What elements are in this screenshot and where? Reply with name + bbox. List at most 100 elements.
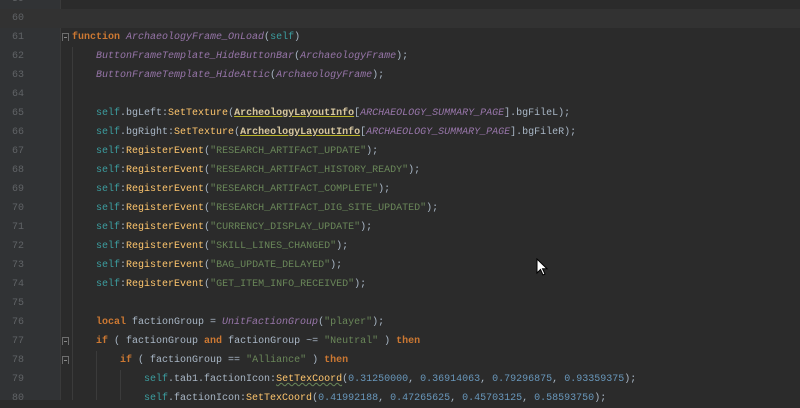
code-token: self [144, 393, 169, 404]
code-line[interactable]: 61 function ArchaeologyFrame_OnLoad(self) [0, 28, 800, 47]
code-line[interactable]: 79 self.tab1.factionIcon:SetTexCoord(0.3… [0, 370, 800, 389]
code-token: ); [336, 241, 349, 252]
code-token: self [96, 146, 121, 157]
code-text: self:RegisterEvent("BAG_UPDATE_DELAYED")… [72, 256, 342, 275]
code-text: if ( factionGroup == "Alliance" ) then [72, 351, 348, 370]
fold-toggle-icon[interactable] [62, 356, 69, 364]
code-token: ArcheologyLayoutInfo [240, 127, 361, 138]
code-token: , [522, 393, 535, 404]
code-token: .tab1.factionIcon: [168, 374, 277, 385]
code-token: 0.41992188 [318, 393, 379, 404]
code-token: function [72, 32, 127, 43]
line-number: 65 [11, 108, 24, 119]
code-line[interactable]: 62 ButtonFrameTemplate_HideButtonBar(Arc… [0, 47, 800, 66]
code-token: .factionIcon: [168, 393, 247, 404]
fold-toggle-icon[interactable] [62, 33, 69, 41]
code-token: RegisterEvent [126, 184, 205, 195]
code-text: self:RegisterEvent("RESEARCH_ARTIFACT_HI… [72, 161, 420, 180]
code-line[interactable]: 71 self:RegisterEvent("CURRENCY_DISPLAY_… [0, 218, 800, 237]
line-number: 74 [11, 279, 24, 290]
code-token: "RESEARCH_ARTIFACT_UPDATE" [210, 146, 367, 157]
code-text: self.bgRight:SetTexture(ArcheologyLayout… [72, 123, 576, 142]
code-token: factionGroup = [132, 317, 223, 328]
code-line[interactable]: 74 self:RegisterEvent("GET_ITEM_INFO_REC… [0, 275, 800, 294]
line-number: 62 [11, 51, 24, 62]
code-text: self.factionIcon:SetTexCoord(0.41992188,… [72, 389, 606, 408]
code-token: and [204, 336, 229, 347]
code-token: , [552, 374, 565, 385]
line-number: 64 [11, 89, 24, 100]
code-text: self.tab1.factionIcon:SetTexCoord(0.3125… [72, 370, 636, 389]
code-line[interactable]: 60 [0, 9, 800, 28]
code-line[interactable]: 63 ButtonFrameTemplate_HideAttic(Archaeo… [0, 66, 800, 85]
code-token: self [96, 127, 121, 138]
code-token: UnitFactionGroup [222, 317, 319, 328]
code-text: self.bgLeft:SetTexture(ArcheologyLayoutI… [72, 104, 570, 123]
line-number: 67 [11, 146, 24, 157]
code-token: "player" [324, 317, 373, 328]
code-token: ArchaeologyFrame [300, 51, 397, 62]
line-number: 71 [11, 222, 24, 233]
line-number: 76 [11, 317, 24, 328]
code-line[interactable]: 72 self:RegisterEvent("SKILL_LINES_CHANG… [0, 237, 800, 256]
code-token: RegisterEvent [126, 260, 205, 271]
code-token: RegisterEvent [126, 203, 205, 214]
code-line[interactable]: 64 [0, 85, 800, 104]
code-token: RegisterEvent [126, 222, 205, 233]
code-token: ); [624, 374, 637, 385]
code-text: self:RegisterEvent("RESEARCH_ARTIFACT_UP… [72, 142, 378, 161]
line-number: 68 [11, 165, 24, 176]
code-line[interactable]: 59 [0, 0, 800, 9]
code-line[interactable]: 80 self.factionIcon:SetTexCoord(0.419921… [0, 389, 800, 408]
code-line[interactable]: 75 [0, 294, 800, 313]
code-line[interactable]: 73 self:RegisterEvent("BAG_UPDATE_DELAYE… [0, 256, 800, 275]
code-token: .bgRight: [120, 127, 175, 138]
code-line[interactable]: 68 self:RegisterEvent("RESEARCH_ARTIFACT… [0, 161, 800, 180]
line-number: 73 [11, 260, 24, 271]
code-token: 0.45703125 [462, 393, 523, 404]
code-token: "CURRENCY_DISPLAY_UPDATE" [210, 222, 361, 233]
code-token: 0.79296875 [492, 374, 553, 385]
code-token: ); [360, 222, 373, 233]
code-token: factionGroup ~= [228, 336, 325, 347]
code-line[interactable]: 65 self.bgLeft:SetTexture(ArcheologyLayo… [0, 104, 800, 123]
code-line[interactable]: 70 self:RegisterEvent("RESEARCH_ARTIFACT… [0, 199, 800, 218]
code-line[interactable]: 66 self.bgRight:SetTexture(ArcheologyLay… [0, 123, 800, 142]
code-token: ); [372, 317, 385, 328]
code-token: ); [354, 279, 367, 290]
code-token: ); [366, 146, 379, 157]
code-token: "RESEARCH_ARTIFACT_HISTORY_READY" [210, 165, 409, 176]
code-line[interactable]: 69 self:RegisterEvent("RESEARCH_ARTIFACT… [0, 180, 800, 199]
line-number: 60 [11, 13, 24, 24]
code-token: ); [426, 203, 439, 214]
code-token: self [96, 241, 121, 252]
code-line[interactable]: 67 self:RegisterEvent("RESEARCH_ARTIFACT… [0, 142, 800, 161]
code-token: ) [378, 336, 397, 347]
code-token: ArchaeologyFrame_OnLoad [126, 32, 265, 43]
code-token: "RESEARCH_ARTIFACT_DIG_SITE_UPDATED" [210, 203, 427, 214]
code-text: ButtonFrameTemplate_HideButtonBar(Archae… [72, 47, 408, 66]
code-token: ); [594, 393, 607, 404]
code-text: local factionGroup = UnitFactionGroup("p… [72, 313, 384, 332]
code-token: RegisterEvent [126, 146, 205, 157]
code-token: ].bgFileL); [504, 108, 571, 119]
code-editor[interactable]: 59 60 61 function ArchaeologyFrame_OnLoad(s… [0, 0, 800, 404]
code-line[interactable]: 78 if ( factionGroup == "Alliance" ) the… [0, 351, 800, 370]
line-number: 77 [11, 336, 24, 347]
fold-toggle-icon[interactable] [62, 337, 69, 345]
code-token: local [96, 317, 133, 328]
code-token: ) [294, 32, 301, 43]
code-line[interactable]: 77 if ( factionGroup and factionGroup ~=… [0, 332, 800, 351]
code-line[interactable]: 76 local factionGroup = UnitFactionGroup… [0, 313, 800, 332]
code-token: "SKILL_LINES_CHANGED" [210, 241, 337, 252]
code-token: self [270, 32, 295, 43]
code-token: ( factionGroup == [138, 355, 247, 366]
code-token: self [96, 260, 121, 271]
